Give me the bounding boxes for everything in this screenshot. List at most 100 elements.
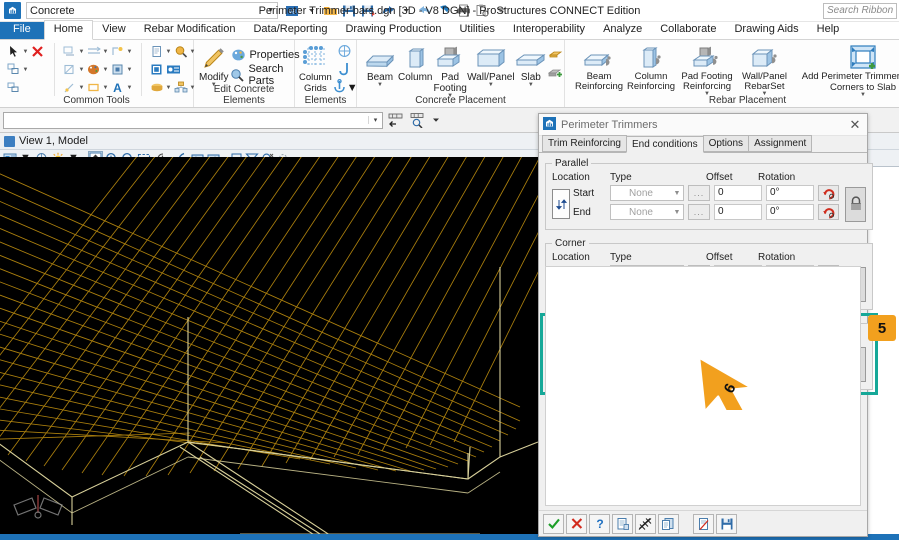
move-parallel-dropdown-icon[interactable]: ▼ <box>102 49 109 55</box>
undo-dropdown-icon[interactable] <box>398 3 414 19</box>
search-parts-button[interactable]: Search Parts <box>230 63 299 87</box>
place-text-icon[interactable]: A <box>109 80 126 96</box>
workspace-selector[interactable]: Concrete ▼ <box>26 2 278 19</box>
v8-dropdown-icon[interactable] <box>303 3 319 19</box>
column-grids-button[interactable]: Column Grids <box>299 43 332 94</box>
level-display-icon[interactable] <box>408 111 427 130</box>
parallel-end-rotation-input[interactable]: 0° <box>766 204 814 220</box>
anchor-icon[interactable] <box>332 79 347 96</box>
tab-drawing-aids[interactable]: Drawing Aids <box>725 21 807 39</box>
copy-settings-button[interactable] <box>612 513 633 534</box>
select-element-icon[interactable] <box>5 44 22 60</box>
wall-panel-button[interactable]: Wall/Panel ▼ <box>467 43 515 88</box>
close-icon[interactable]: ✕ <box>847 117 863 133</box>
j-bar-icon[interactable] <box>337 61 352 79</box>
modify-button[interactable]: Modify ▼ <box>199 43 228 88</box>
save-icon[interactable] <box>341 3 357 19</box>
pad-footing-button[interactable]: Pad Footing ▼ <box>433 43 467 99</box>
key-in-dropdown-icon[interactable]: ▾ <box>368 116 382 124</box>
copy-element-icon[interactable] <box>5 62 22 78</box>
axis-icon[interactable] <box>337 44 352 61</box>
redo-icon[interactable] <box>417 3 433 19</box>
scale-dropdown-icon[interactable]: ▼ <box>126 49 133 55</box>
parallel-start-rotation-input[interactable]: 0° <box>766 185 814 201</box>
slab-button[interactable]: Slab ▼ <box>515 43 547 88</box>
parallel-end-reset-rotation-icon[interactable] <box>818 204 839 220</box>
clipboard-icon[interactable] <box>474 3 490 19</box>
select-dropdown-icon[interactable]: ▼ <box>22 49 29 55</box>
fence-icon[interactable] <box>148 62 165 78</box>
change-attributes-dropdown-icon[interactable]: ▼ <box>126 67 133 73</box>
delete-element-icon[interactable] <box>29 44 46 60</box>
place-shape-icon[interactable] <box>85 80 102 96</box>
elements-dropdown-icon[interactable]: ▼ <box>347 82 358 94</box>
properties-button[interactable]: Properties <box>230 46 300 63</box>
app-logo-icon[interactable] <box>4 2 21 19</box>
change-attributes-icon[interactable] <box>109 62 126 78</box>
tab-drawing-production[interactable]: Drawing Production <box>336 21 450 39</box>
paste-settings-button[interactable] <box>658 513 679 534</box>
scale-element-icon[interactable] <box>109 44 126 60</box>
pin-icon[interactable] <box>436 3 452 19</box>
ribbon-search-input[interactable]: Search Ribbon (F <box>823 3 897 19</box>
tab-view[interactable]: View <box>93 21 135 39</box>
parallel-start-offset-input[interactable]: 0 <box>714 185 762 201</box>
beam-reinforcing-button[interactable]: Beam Reinforcing <box>574 43 624 92</box>
parallel-end-type-combo[interactable]: None ▼ <box>610 204 684 220</box>
cells-icon[interactable] <box>148 80 165 96</box>
column-button[interactable]: Column <box>398 43 432 83</box>
add-shape-icon[interactable] <box>547 64 564 81</box>
copy-parallel-icon[interactable] <box>61 44 78 60</box>
measure-icon[interactable] <box>61 80 78 96</box>
element-info-icon[interactable] <box>148 44 165 60</box>
move-parallel-icon[interactable] <box>85 44 102 60</box>
level-manager-icon[interactable] <box>386 111 405 130</box>
analyze-element-icon[interactable] <box>172 44 189 60</box>
parallel-end-ellipsis-button[interactable]: ... <box>688 204 710 220</box>
apply-ok-button[interactable] <box>543 513 564 534</box>
tab-analyze[interactable]: Analyze <box>594 21 651 39</box>
palette-dropdown-icon[interactable]: ▼ <box>102 67 109 73</box>
v8-format-icon[interactable]: V8 <box>284 3 300 19</box>
tab-file[interactable]: File <box>0 21 44 39</box>
dialog-tab-end-conditions[interactable]: End conditions <box>625 136 704 153</box>
place-shape-dropdown-icon[interactable]: ▼ <box>102 85 109 91</box>
wall-panel-rebarset-button[interactable]: Wall/Panel RebarSet ▼ <box>738 43 791 97</box>
level-display-icon[interactable] <box>165 62 182 78</box>
parallel-end-offset-input[interactable]: 0 <box>714 204 762 220</box>
rotate-element-icon[interactable] <box>61 62 78 78</box>
cancel-button[interactable] <box>566 513 587 534</box>
tab-rebar-modification[interactable]: Rebar Modification <box>135 21 245 39</box>
reset-settings-button[interactable] <box>693 513 714 534</box>
palette-icon[interactable] <box>85 62 102 78</box>
measure-dropdown-icon[interactable]: ▼ <box>78 85 85 91</box>
parallel-start-type-combo[interactable]: None ▼ <box>610 185 684 201</box>
undo-icon[interactable] <box>379 3 395 19</box>
save-as-icon[interactable] <box>360 3 376 19</box>
dialog-tab-trim-reinforcing[interactable]: Trim Reinforcing <box>542 135 627 152</box>
model-viewport[interactable] <box>0 157 540 534</box>
print-icon[interactable] <box>455 3 471 19</box>
rotate-dropdown-icon[interactable]: ▼ <box>78 67 85 73</box>
parallel-lock-icon[interactable] <box>845 186 866 222</box>
swap-start-end-icon[interactable] <box>552 189 570 219</box>
customize-qat-icon[interactable] <box>493 3 509 19</box>
move-element-icon[interactable] <box>5 80 22 96</box>
save-settings-button[interactable] <box>716 513 737 534</box>
open-folder-icon[interactable] <box>322 3 338 19</box>
more-dropdown-icon[interactable] <box>430 111 442 130</box>
column-reinforcing-button[interactable]: Column Reinforcing <box>626 43 676 92</box>
beam-button[interactable]: Beam ▼ <box>363 43 397 88</box>
tab-data-reporting[interactable]: Data/Reporting <box>244 21 336 39</box>
wall-panel-dropdown-icon[interactable]: ▼ <box>488 82 494 88</box>
tab-help[interactable]: Help <box>808 21 849 39</box>
parallel-start-ellipsis-button[interactable]: ... <box>688 185 710 201</box>
place-text-dropdown-icon[interactable]: ▼ <box>126 85 133 91</box>
copy-shape-icon[interactable] <box>548 45 564 62</box>
cells-dropdown-icon[interactable]: ▼ <box>165 85 172 91</box>
add-perimeter-trimmers-button[interactable]: Add Perimeter Trimmers with Corners to S… <box>799 43 899 98</box>
models-icon[interactable] <box>172 80 189 96</box>
element-info-dropdown-icon[interactable]: ▼ <box>165 49 172 55</box>
copy-dropdown-icon[interactable]: ▼ <box>22 67 29 73</box>
help-button[interactable]: ? <box>589 513 610 534</box>
